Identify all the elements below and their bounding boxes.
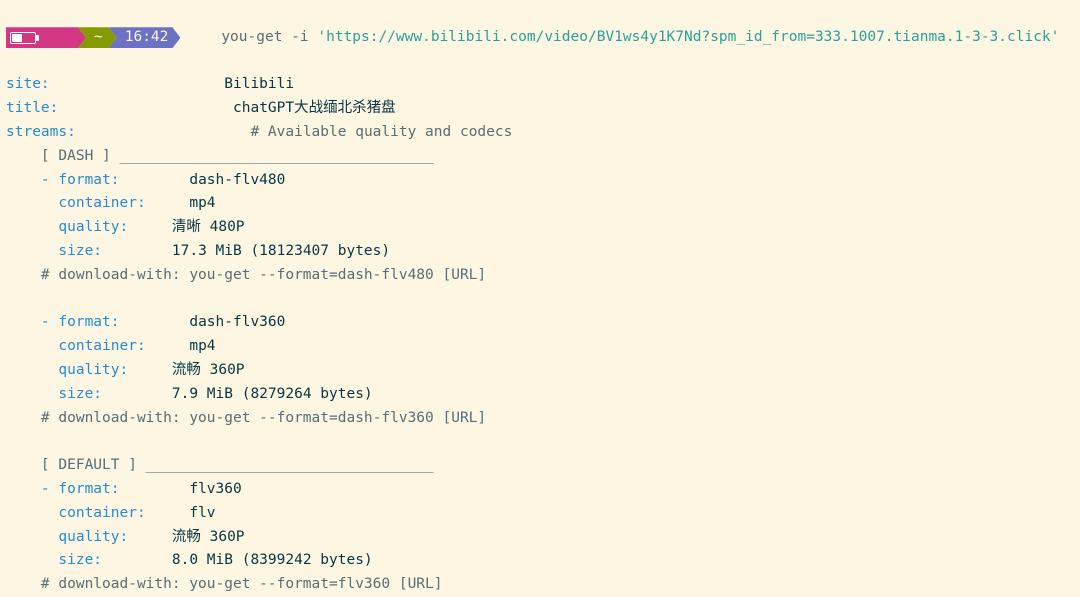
streams-value: # Available quality and codecs [250,124,512,140]
size-value: 17.3 MiB (18123407 bytes) [172,243,390,259]
quality-value: 流畅 360P [172,529,245,545]
stream-line: quality: 清晰 480P [6,216,1074,240]
stream-line: size: 17.3 MiB (18123407 bytes) [6,240,1074,264]
download-with-line: # download-with: you-get --format=dash-f… [6,264,1074,288]
prompt-time: 16:42 [109,27,181,48]
stream-line: - format: dash-flv360 [6,311,1074,335]
shell-prompt[interactable]: ~ 16:42 you-get -i 'https://www.bilibili… [6,2,1074,73]
stream-line: quality: 流畅 360P [6,526,1074,550]
site-value: Bilibili [224,76,294,92]
site-label: site: [6,76,50,92]
command-flag: -i [291,29,308,45]
title-label: title: [6,100,58,116]
stream-line: size: 7.9 MiB (8279264 bytes) [6,383,1074,407]
command-line[interactable]: you-get -i 'https://www.bilibili.com/vid… [186,2,1059,73]
quality-value: 清晰 480P [172,219,245,235]
stream-line: quality: 流畅 360P [6,359,1074,383]
default-header: [ DEFAULT ] ____________________________… [6,454,1074,478]
stream-line: container: mp4 [6,192,1074,216]
container-value: mp4 [189,195,215,211]
size-value: 7.9 MiB (8279264 bytes) [172,386,373,402]
title-value: chatGPT大战缅北杀猪盘 [233,100,396,116]
blank-line [6,430,1074,454]
format-value: dash-flv360 [189,314,285,330]
stream-line: container: mp4 [6,335,1074,359]
blank-line [6,288,1074,312]
size-value: 8.0 MiB (8399242 bytes) [172,552,373,568]
battery-icon [6,27,86,48]
site-line: site: Bilibili [6,73,1074,97]
download-with-line: # download-with: you-get --format=flv360… [6,573,1074,597]
quality-value: 流畅 360P [172,362,245,378]
stream-line: container: flv [6,502,1074,526]
stream-line: - format: dash-flv480 [6,169,1074,193]
container-value: flv [189,505,215,521]
format-value: dash-flv480 [189,172,285,188]
streams-line: streams: # Available quality and codecs [6,121,1074,145]
streams-label: streams: [6,124,76,140]
command-url: 'https://www.bilibili.com/video/BV1ws4y1… [317,29,1059,45]
dash-header: [ DASH ] _______________________________… [6,145,1074,169]
download-with-line: # download-with: you-get --format=dash-f… [6,407,1074,431]
format-value: flv360 [189,481,241,497]
title-line: title: chatGPT大战缅北杀猪盘 [6,97,1074,121]
container-value: mp4 [189,338,215,354]
stream-line: - format: flv360 [6,478,1074,502]
stream-line: size: 8.0 MiB (8399242 bytes) [6,549,1074,573]
command-name: you-get [221,29,282,45]
